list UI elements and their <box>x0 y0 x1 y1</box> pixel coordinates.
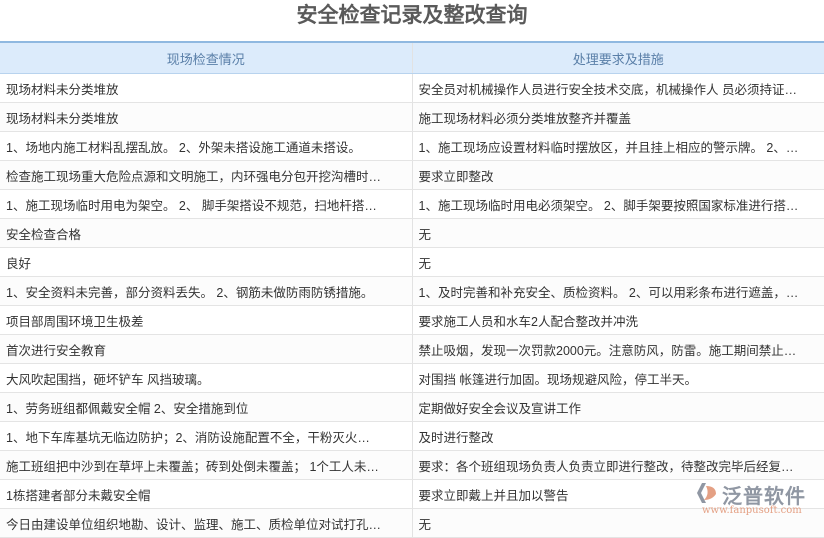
inspection-cell: 施工班组把中沙到在草坪上未覆盖；砖到处倒未覆盖； 1个工人未… <box>0 450 412 480</box>
table-row[interactable]: 检查施工现场重大危险点源和文明施工，内环强电分包开挖沟槽时… 要求立即整改 <box>0 160 824 190</box>
inspection-table: 现场检查情况 处理要求及措施 现场材料未分类堆放 安全员对机械操作人员进行安全技术… <box>0 41 824 538</box>
table-row[interactable]: 首次进行安全教育 禁止吸烟，发现一次罚款2000元。注意防风，防雷。施工期间禁止… <box>0 334 824 364</box>
column-header-measures[interactable]: 处理要求及措施 <box>411 41 824 74</box>
fanpu-logo-icon <box>697 483 716 503</box>
inspection-cell: 1、场地内施工材料乱摆乱放。 2、外架未搭设施工通道未搭设。 <box>0 131 412 161</box>
table-row[interactable]: 项目部周围环境卫生极差 要求施工人员和水车2人配合整改并冲洗 <box>0 305 824 335</box>
inspection-cell: 大风吹起围挡，砸坏铲车 风挡玻璃。 <box>0 363 412 393</box>
watermark-logo: 泛普软件 www.fanpusoft.com <box>696 478 820 518</box>
measure-cell: 无 <box>411 247 824 277</box>
table-row[interactable]: 1、劳务班组都佩戴安全帽 2、安全措施到位 定期做好安全会议及宣讲工作 <box>0 392 824 422</box>
inspection-cell: 项目部周围环境卫生极差 <box>0 305 412 335</box>
table-row[interactable]: 大风吹起围挡，砸坏铲车 风挡玻璃。 对围挡 帐篷进行加固。现场规避风险，停工半天。 <box>0 363 824 393</box>
measure-cell: 安全员对机械操作人员进行安全技术交底，机械操作人 员必须持证… <box>411 73 824 103</box>
measure-cell: 对围挡 帐篷进行加固。现场规避风险，停工半天。 <box>411 363 824 393</box>
measure-cell: 施工现场材料必须分类堆放整齐并覆盖 <box>411 102 824 132</box>
watermark-url: www.fanpusoft.com <box>702 505 802 516</box>
inspection-cell: 现场材料未分类堆放 <box>0 73 412 103</box>
inspection-cell: 首次进行安全教育 <box>0 334 412 364</box>
column-header-inspection[interactable]: 现场检查情况 <box>0 41 412 74</box>
measure-cell: 禁止吸烟，发现一次罚款2000元。注意防风，防雷。施工期间禁止… <box>411 334 824 364</box>
inspection-cell: 今日由建设单位组织地勘、设计、监理、施工、质检单位对试打孔… <box>0 508 412 538</box>
inspection-cell: 检查施工现场重大危险点源和文明施工，内环强电分包开挖沟槽时… <box>0 160 412 190</box>
measure-cell: 要求：各个班组现场负责人负责立即进行整改，待整改完毕后经复… <box>411 450 824 480</box>
measure-cell: 无 <box>411 218 824 248</box>
table-row[interactable]: 1、安全资料未完善，部分资料丢失。 2、钢筋未做防雨防锈措施。 1、及时完善和补充… <box>0 276 824 306</box>
measure-cell: 及时进行整改 <box>411 421 824 451</box>
page-title: 安全检查记录及整改查询 <box>296 4 528 27</box>
inspection-cell: 现场材料未分类堆放 <box>0 102 412 132</box>
measure-cell: 1、施工现场临时用电必须架空。 2、脚手架要按照国家标准进行搭… <box>411 189 824 219</box>
table-row[interactable]: 现场材料未分类堆放 安全员对机械操作人员进行安全技术交底，机械操作人 员必须持证… <box>0 73 824 103</box>
measure-cell: 1、施工现场应设置材料临时摆放区，并且挂上相应的警示牌。 2、… <box>411 131 824 161</box>
table-header: 现场检查情况 处理要求及措施 <box>0 41 824 74</box>
inspection-cell: 1栋搭建者部分未戴安全帽 <box>0 479 412 509</box>
table-row[interactable]: 施工班组把中沙到在草坪上未覆盖；砖到处倒未覆盖； 1个工人未… 要求：各个班组现场… <box>0 450 824 480</box>
inspection-cell: 1、施工现场临时用电为架空。 2、 脚手架搭设不规范，扫地杆搭… <box>0 189 412 219</box>
table-row[interactable]: 良好无 <box>0 247 824 277</box>
measure-cell: 1、及时完善和补充安全、质检资料。 2、可以用彩条布进行遮盖，… <box>411 276 824 306</box>
table-row[interactable]: 1、施工现场临时用电为架空。 2、 脚手架搭设不规范，扫地杆搭… 1、施工现场临时… <box>0 189 824 219</box>
measure-cell: 要求立即整改 <box>411 160 824 190</box>
table-row[interactable]: 安全检查合格无 <box>0 218 824 248</box>
table-row[interactable]: 现场材料未分类堆放 施工现场材料必须分类堆放整齐并覆盖 <box>0 102 824 132</box>
table-row[interactable]: 1、场地内施工材料乱摆乱放。 2、外架未搭设施工通道未搭设。 1、施工现场应设置材… <box>0 131 824 161</box>
inspection-cell: 1、安全资料未完善，部分资料丢失。 2、钢筋未做防雨防锈措施。 <box>0 276 412 306</box>
inspection-cell: 1、劳务班组都佩戴安全帽 2、安全措施到位 <box>0 392 412 422</box>
measure-cell: 定期做好安全会议及宣讲工作 <box>411 392 824 422</box>
inspection-cell: 1、地下车库基坑无临边防护；2、消防设施配置不全，干粉灭火… <box>0 421 412 451</box>
table-row[interactable]: 1、地下车库基坑无临边防护；2、消防设施配置不全，干粉灭火… 及时进行整改 <box>0 421 824 451</box>
inspection-cell: 良好 <box>0 247 412 277</box>
inspection-cell: 安全检查合格 <box>0 218 412 248</box>
measure-cell: 要求施工人员和水车2人配合整改并冲洗 <box>411 305 824 335</box>
